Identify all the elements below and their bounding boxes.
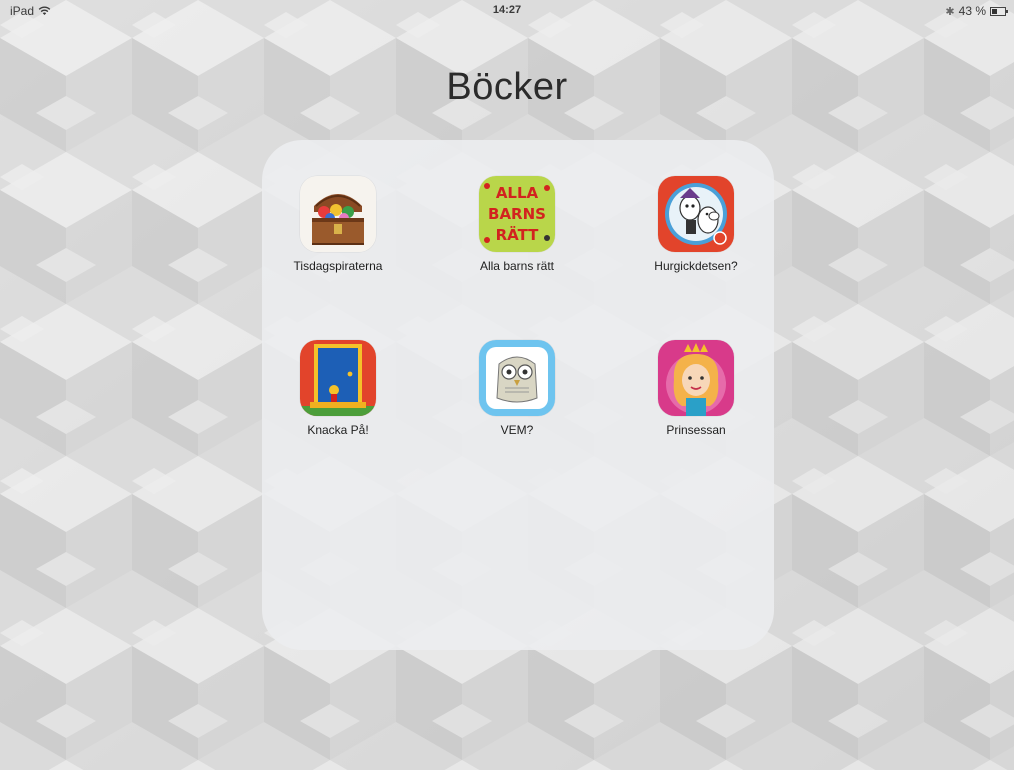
barns-text: BARNS: [488, 205, 546, 223]
owl-icon: [479, 340, 555, 416]
battery-percent: 43 %: [958, 4, 986, 18]
app-hurgickdetsen[interactable]: Hurgickdetsen?: [611, 176, 781, 273]
battery-icon: [990, 6, 1008, 16]
moomin-icon: [658, 176, 734, 252]
ratt-text: RÄTT: [496, 225, 540, 244]
app-label: Hurgickdetsen?: [654, 259, 738, 273]
treasure-chest-icon: [300, 176, 376, 252]
princess-icon: [658, 340, 734, 416]
clock: 14:27: [492, 4, 522, 16]
app-label: Prinsessan: [666, 423, 726, 437]
app-tisdagspiraterna[interactable]: Tisdagspiraterna: [253, 176, 423, 273]
blue-door-icon: [300, 340, 376, 416]
app-label: VEM?: [500, 423, 534, 437]
app-knacka-pa[interactable]: Knacka På!: [253, 340, 423, 437]
app-vem[interactable]: VEM?: [432, 340, 602, 437]
app-label: Tisdagspiraterna: [293, 259, 383, 273]
status-bar: iPad 14:27 ✱ 43 %: [0, 0, 1014, 22]
folder-title[interactable]: Böcker: [0, 66, 1014, 109]
folder-panel: Tisdagspiraterna ALLA BARNS RÄTT Alla ba…: [262, 140, 774, 650]
status-right: ✱ 43 %: [945, 4, 1008, 18]
bluetooth-icon: ✱: [945, 5, 955, 18]
app-label: Knacka På!: [307, 423, 369, 437]
app-alla-barns-ratt[interactable]: ALLA BARNS RÄTT Alla barns rätt: [432, 176, 602, 273]
alla-barns-ratt-icon: ALLA BARNS RÄTT: [479, 176, 555, 252]
app-prinsessan[interactable]: Prinsessan: [611, 340, 781, 437]
app-label: Alla barns rätt: [479, 259, 555, 273]
alla-text: ALLA: [496, 184, 539, 202]
